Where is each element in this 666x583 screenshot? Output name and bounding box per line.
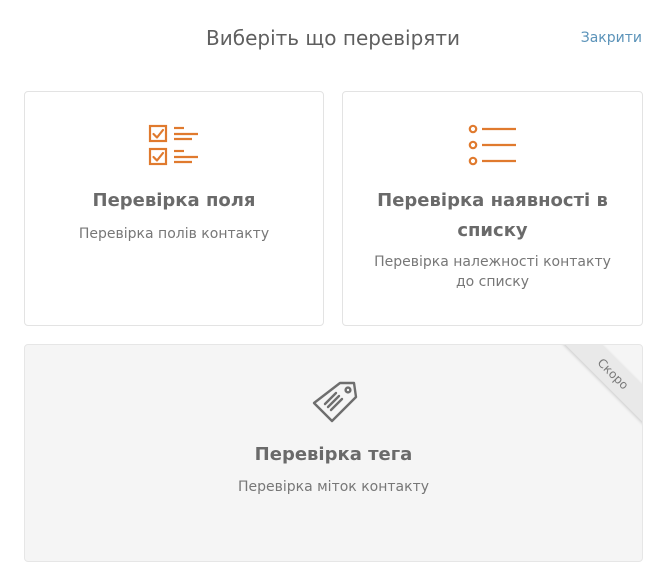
dialog-title: Виберіть що перевіряти <box>206 26 460 50</box>
checklist-icon <box>148 124 200 172</box>
bullet-list-icon <box>468 124 518 172</box>
field-check-title: Перевірка поля <box>92 190 256 211</box>
tag-check-description: Перевірка міток контакту <box>237 479 430 495</box>
choose-check-dialog: Виберіть що перевіряти Закрити Перевірка… <box>0 0 666 583</box>
list-check-card[interactable]: Перевірка наявності в списку Перевірка н… <box>342 91 643 326</box>
field-check-card[interactable]: Перевірка поля Перевірка полів контакту <box>24 91 324 326</box>
list-check-description: Перевірка належності контакту до списку <box>374 254 611 290</box>
tag-check-card: Скоро Перевірка тега Перевірка міток кон… <box>24 344 643 562</box>
tag-icon <box>308 379 360 429</box>
list-check-title: Перевірка наявності в списку <box>377 190 608 241</box>
coming-soon-ribbon: Скоро <box>552 345 642 435</box>
field-check-description: Перевірка полів контакту <box>78 226 270 242</box>
tag-check-title: Перевірка тега <box>254 444 413 465</box>
close-link[interactable]: Закрити <box>581 30 642 46</box>
coming-soon-badge: Скоро <box>557 345 642 430</box>
